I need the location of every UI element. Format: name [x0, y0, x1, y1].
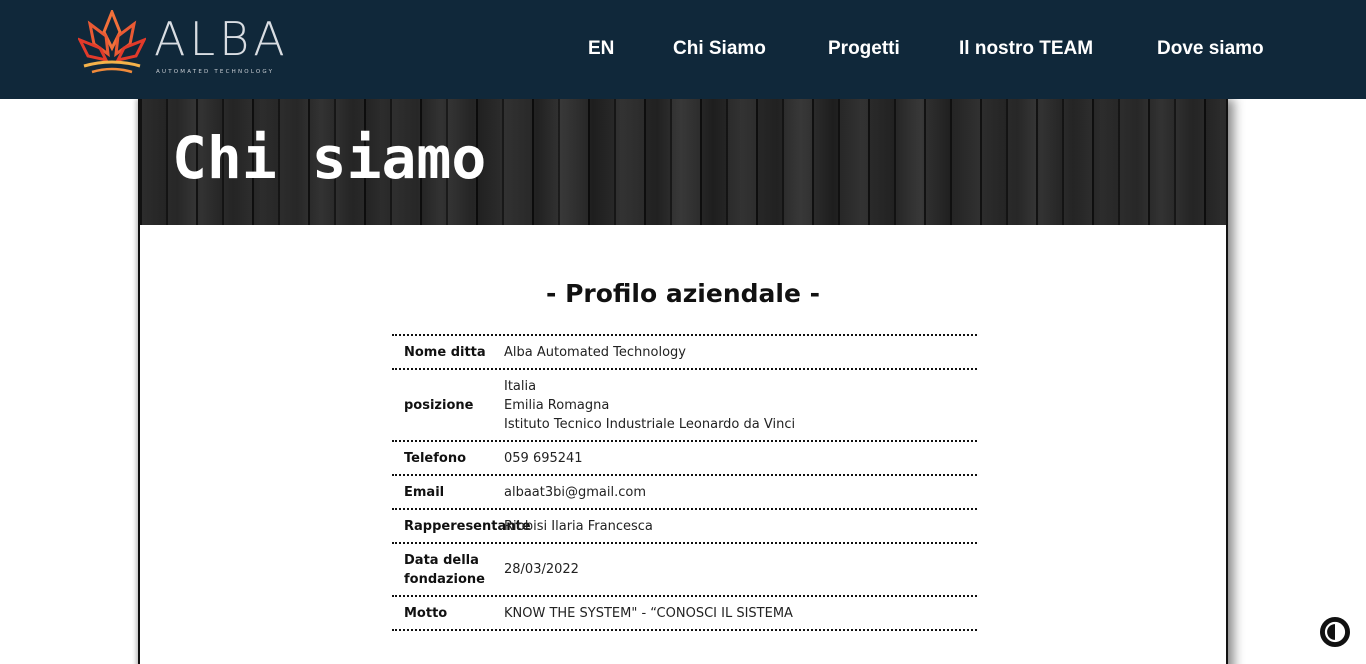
company-profile-table: Nome ditta Alba Automated Technology pos…: [392, 334, 977, 631]
page-title: Chi siamo: [172, 124, 487, 192]
row-label: Telefono: [404, 450, 467, 466]
row-label: Data della fondazione: [392, 551, 504, 589]
table-row: Telefono 059 695241: [392, 442, 977, 476]
row-label: Motto: [404, 605, 448, 621]
row-value: KNOW THE SYSTEM" - “CONOSCI IL SISTEMA: [504, 605, 793, 621]
main-nav: EN Chi Siamo Progetti Il nostro TEAM Dov…: [0, 38, 1366, 62]
nav-link-chi-siamo[interactable]: Chi Siamo: [673, 38, 766, 60]
nav-link-progetti[interactable]: Progetti: [828, 38, 900, 60]
nav-link-team[interactable]: Il nostro TEAM: [959, 38, 1093, 60]
contrast-toggle-button[interactable]: [1320, 617, 1350, 647]
section-title: - Profilo aziendale -: [546, 279, 820, 308]
row-value: Ribbisi Ilaria Francesca: [504, 518, 653, 534]
row-value: albaat3bi@gmail.com: [504, 484, 646, 500]
value-line: Emilia Romagna: [504, 397, 610, 413]
row-value: Alba Automated Technology: [504, 344, 686, 360]
content-panel: Chi siamo - Profilo aziendale - Nome dit…: [138, 99, 1228, 664]
logo-tagline: AUTOMATED TECHNOLOGY: [156, 69, 275, 75]
row-label: Email: [404, 484, 445, 500]
row-label: Nome ditta: [404, 344, 486, 360]
row-value: 28/03/2022: [504, 562, 579, 577]
nav-link-en[interactable]: EN: [588, 38, 614, 60]
value-line: Italia: [504, 378, 537, 394]
hero-banner: Chi siamo: [140, 99, 1226, 225]
table-row: Nome ditta Alba Automated Technology: [392, 336, 977, 370]
site-header: ALBA AUTOMATED TECHNOLOGY EN Chi Siamo P…: [0, 0, 1366, 99]
table-row: Rapperesentante Ribbisi Ilaria Francesca: [392, 510, 977, 544]
row-label: Rapperesentante: [404, 518, 531, 534]
nav-link-dove-siamo[interactable]: Dove siamo: [1157, 38, 1264, 60]
value-line: Istituto Tecnico Industriale Leonardo da…: [504, 416, 796, 432]
row-value: 059 695241: [504, 450, 583, 466]
table-row: posizione Italia Emilia Romagna Istituto…: [392, 370, 977, 442]
row-label: posizione: [404, 397, 474, 413]
label-line: fondazione: [404, 571, 485, 587]
table-row: Email albaat3bi@gmail.com: [392, 476, 977, 510]
table-row: Motto KNOW THE SYSTEM" - “CONOSCI IL SIS…: [392, 597, 977, 631]
table-row: Data della fondazione 28/03/2022: [392, 544, 977, 597]
contrast-icon: [1324, 621, 1346, 643]
row-value: Italia Emilia Romagna Istituto Tecnico I…: [504, 377, 977, 434]
label-line: Data della: [404, 552, 479, 568]
